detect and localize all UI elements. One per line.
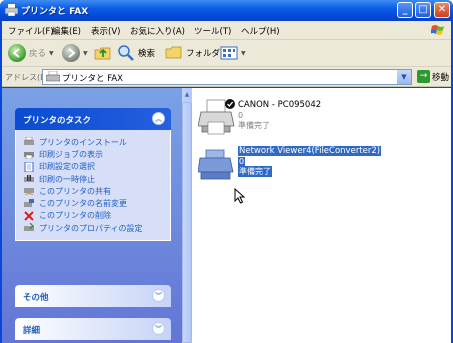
search-label: 検索 [138,49,156,59]
printer-list-area[interactable]: ▲ CANON - PC095042 0 準備完了 Network Viewer… [182,88,451,343]
task-view-jobs[interactable]: 印刷ジョブの表示 [24,148,164,160]
expand-chevron-icon[interactable]: ︾ [152,322,165,335]
menu-file[interactable]: ファイル(F) [8,25,54,37]
default-check-icon [225,99,235,109]
details-header[interactable]: 詳細 ︾ [15,318,171,340]
address-bar: アドレス(D) プリンタと FAX ▼ → 移動 [2,67,451,87]
other-places-panel: その他 ︾ [15,285,171,307]
rename-icon [24,198,34,207]
back-dropdown-icon[interactable]: ▼ [49,50,54,57]
menu-bar: ファイル(F) 編集(E) 表示(V) お気に入り(A) ツール(T) ヘルプ(… [2,21,451,40]
task-label: このプリンタの名前変更 [39,199,127,209]
other-places-header[interactable]: その他 ︾ [15,285,171,307]
menu-view[interactable]: 表示(V) [91,25,120,37]
install-printer-icon [24,137,34,146]
back-label: 戻る [29,49,47,59]
printer-icon [5,4,18,16]
go-label: 移動 [432,72,450,83]
vertical-scrollbar[interactable]: ▲ [182,88,192,343]
printer-item-network-viewer[interactable]: Network Viewer4(FileConverter2) 0 準備完了 [198,144,448,186]
task-label: このプリンタの共有 [39,186,111,196]
address-dropdown-icon[interactable]: ▼ [397,70,411,84]
task-label: このプリンタの削除 [39,211,111,221]
printer-icon [46,71,60,82]
up-folder-button[interactable] [94,43,112,63]
other-places-title: その他 [23,293,49,303]
printer-status: 準備完了 [238,121,270,130]
scroll-up-arrow-icon[interactable]: ▲ [182,88,192,102]
share-hand-icon [24,188,34,196]
expand-chevron-icon[interactable]: ︾ [152,289,165,302]
printer-name: CANON - PC095042 [238,100,322,110]
menu-edit[interactable]: 編集(E) [52,25,81,37]
search-button[interactable]: 検索 [117,43,155,63]
task-rename-printer[interactable]: このプリンタの名前変更 [24,197,164,209]
task-label: プリンタのプロパティの設定 [39,223,143,233]
address-field[interactable]: プリンタと FAX ▼ [42,69,412,85]
task-label: 印刷ジョブの表示 [39,149,103,159]
printer-job-count: 0 [238,157,246,166]
details-panel: 詳細 ︾ [15,318,171,340]
views-icon [220,46,238,60]
properties-icon [24,223,34,232]
printer-tasks-panel: プリンタのタスク ︽ プリンタのインストール 印刷ジョブの表示 印刷設定の選択 [15,108,171,242]
title-bar[interactable]: プリンタと FAX _ □ ✕ [0,0,453,21]
toolbar: 戻る ▼ ▼ 検索 フォルダ ▼ [2,40,451,67]
minimize-button[interactable]: _ [397,2,413,18]
close-button[interactable]: ✕ [434,2,450,18]
folders-button[interactable]: フォルダ [165,43,220,63]
printer-tasks-title: プリンタのタスク [23,116,92,126]
window-title: プリンタと FAX [21,7,89,17]
pause-printer-icon [24,175,34,183]
views-dropdown-icon[interactable]: ▼ [241,50,246,57]
explorer-window: プリンタと FAX _ □ ✕ ファイル(F) 編集(E) 表示(V) お気に入… [0,0,453,343]
search-icon [118,45,134,61]
menu-favorites[interactable]: お気に入り(A) [130,25,185,37]
menu-tools[interactable]: ツール(T) [194,25,231,37]
go-button[interactable]: → 移動 [417,70,449,83]
address-value: プリンタと FAX [62,74,123,84]
printer-icon [198,149,234,180]
task-share-printer[interactable]: このプリンタの共有 [24,185,164,197]
windows-logo-icon [431,25,444,35]
back-button[interactable]: 戻る ▼ [8,43,54,63]
scroll-thumb[interactable] [182,102,192,343]
folders-icon [165,46,182,59]
maximize-button[interactable]: □ [415,2,431,18]
forward-button[interactable]: ▼ [62,43,88,63]
folders-label: フォルダ [186,49,221,59]
go-arrow-icon: → [417,70,430,83]
views-button[interactable]: ▼ [220,43,246,63]
task-pane: プリンタのタスク ︽ プリンタのインストール 印刷ジョブの表示 印刷設定の選択 [2,88,182,343]
mouse-cursor-icon [234,188,246,204]
printer-tasks-list: プリンタのインストール 印刷ジョブの表示 印刷設定の選択 印刷の一時停止 このプ… [15,130,171,242]
task-printer-properties[interactable]: プリンタのプロパティの設定 [24,222,164,234]
printer-item-canon[interactable]: CANON - PC095042 0 準備完了 [198,98,428,138]
printer-tasks-header[interactable]: プリンタのタスク ︽ [15,108,171,130]
task-label: 印刷の一時停止 [39,174,95,184]
task-pause-printing[interactable]: 印刷の一時停止 [24,173,164,185]
task-print-preferences[interactable]: 印刷設定の選択 [24,161,164,173]
document-icon [24,161,34,172]
details-title: 詳細 [23,326,41,336]
task-label: プリンタのインストール [39,137,127,147]
printer-job-count: 0 [238,111,244,120]
forward-dropdown-icon[interactable]: ▼ [83,50,88,57]
printer-name: Network Viewer4(FileConverter2) [238,146,382,156]
printer-status: 準備完了 [238,166,272,177]
delete-x-icon [24,211,34,221]
menu-help[interactable]: ヘルプ(H) [241,25,280,37]
back-arrow-icon [8,44,26,62]
forward-arrow-icon [62,44,80,62]
task-install-printer[interactable]: プリンタのインストール [24,136,164,148]
task-delete-printer[interactable]: このプリンタの削除 [24,210,164,222]
print-queue-icon [24,152,34,160]
task-label: 印刷設定の選択 [39,162,95,172]
up-folder-icon [94,47,111,60]
collapse-chevron-icon[interactable]: ︽ [152,112,165,125]
